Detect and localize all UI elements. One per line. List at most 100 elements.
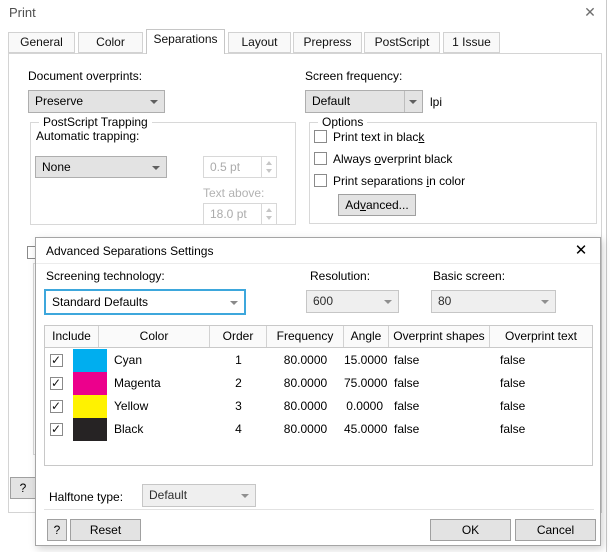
resolution-value: 600 — [313, 294, 333, 308]
ok-button[interactable]: OK — [430, 519, 511, 541]
spin-buttons — [261, 157, 276, 177]
dialog-close-icon[interactable]: ✕ — [569, 241, 593, 261]
table-row-yellow[interactable]: Yellow 3 80.0000 0.0000 false false — [45, 395, 592, 418]
always-overprint-black-label: Always overprint black — [333, 152, 452, 166]
dialog-title: Advanced Separations Settings — [46, 244, 213, 258]
overprint-shapes-cell: false — [394, 372, 419, 395]
overprint-text-cell: false — [500, 349, 525, 372]
overprint-text-cell: false — [500, 418, 525, 441]
overprint-text-cell: false — [500, 372, 525, 395]
column-header-include[interactable]: Include — [45, 326, 99, 347]
column-header-angle[interactable]: Angle — [344, 326, 389, 347]
divider — [44, 509, 594, 510]
screen-frequency-value: Default — [312, 94, 350, 108]
chevron-down-icon — [409, 100, 417, 104]
color-swatch — [73, 418, 107, 441]
screen-frequency-label: Screen frequency: — [305, 69, 402, 83]
advanced-separations-dialog: Advanced Separations Settings ✕ Screenin… — [35, 237, 601, 546]
resolution-select[interactable]: 600 — [306, 290, 399, 313]
screening-technology-value: Standard Defaults — [52, 295, 148, 309]
basic-screen-select[interactable]: 80 — [431, 290, 556, 313]
tab-layout[interactable]: Layout — [228, 32, 291, 53]
overprint-shapes-cell: false — [394, 349, 419, 372]
spin-buttons — [261, 204, 276, 224]
text-above-label: Text above: — [203, 186, 264, 200]
chevron-down-icon — [541, 300, 549, 304]
document-overprints-value: Preserve — [35, 94, 83, 108]
table-row-cyan[interactable]: Cyan 1 80.0000 15.0000 false false — [45, 349, 592, 372]
basic-screen-label: Basic screen: — [433, 269, 505, 283]
frequency-cell: 80.0000 — [267, 418, 344, 441]
print-text-in-black-checkbox[interactable] — [314, 130, 327, 143]
basic-screen-value: 80 — [438, 294, 451, 308]
column-header-color[interactable]: Color — [99, 326, 210, 347]
tab-1-issue[interactable]: 1 Issue — [443, 32, 500, 53]
resolution-label: Resolution: — [310, 269, 370, 283]
tab-general[interactable]: General — [8, 32, 75, 53]
always-overprint-black-checkbox[interactable] — [314, 152, 327, 165]
text-above-value: 18.0 pt — [210, 207, 247, 221]
order-cell: 3 — [210, 395, 267, 418]
color-name-cell: Magenta — [114, 372, 161, 395]
spin-down-icon — [266, 216, 272, 220]
window-border — [606, 0, 607, 552]
tab-postscript[interactable]: PostScript — [364, 32, 440, 53]
table-header: Include Color Order Frequency Angle Over… — [45, 326, 592, 348]
automatic-trapping-label: Automatic trapping: — [36, 129, 139, 143]
angle-cell: 0.0000 — [344, 395, 389, 418]
chevron-down-icon — [384, 300, 392, 304]
halftone-type-label: Halftone type: — [49, 490, 123, 504]
column-header-overprint-shapes[interactable]: Overprint shapes — [389, 326, 490, 347]
print-separations-in-color-label: Print separations in color — [333, 174, 465, 188]
options-title: Options — [318, 115, 367, 129]
screening-technology-select[interactable]: Standard Defaults — [45, 290, 245, 314]
column-header-order[interactable]: Order — [210, 326, 267, 347]
overprint-shapes-cell: false — [394, 395, 419, 418]
print-separations-in-color-checkbox[interactable] — [314, 174, 327, 187]
advanced-button[interactable]: Advanced... — [338, 194, 416, 216]
frequency-cell: 80.0000 — [267, 372, 344, 395]
chevron-down-icon — [230, 301, 238, 305]
angle-cell: 15.0000 — [344, 349, 389, 372]
main-help-button[interactable]: ? — [10, 477, 36, 499]
table-row-magenta[interactable]: Magenta 2 80.0000 75.0000 false false — [45, 372, 592, 395]
halftone-type-select[interactable]: Default — [142, 484, 256, 507]
window-title: Print — [9, 5, 36, 20]
color-name-cell: Yellow — [114, 395, 148, 418]
chevron-down-icon — [152, 166, 160, 170]
postscript-trapping-title: PostScript Trapping — [39, 115, 152, 129]
tab-color[interactable]: Color — [78, 32, 143, 53]
screen-frequency-select[interactable]: Default — [305, 90, 423, 113]
column-header-overprint-text[interactable]: Overprint text — [490, 326, 592, 347]
reset-button[interactable]: Reset — [70, 519, 141, 541]
lpi-unit-label: lpi — [430, 95, 442, 109]
order-cell: 4 — [210, 418, 267, 441]
order-cell: 1 — [210, 349, 267, 372]
document-overprints-select[interactable]: Preserve — [28, 90, 165, 113]
include-checkbox[interactable] — [50, 400, 63, 413]
cancel-button[interactable]: Cancel — [515, 519, 596, 541]
print-dialog: Print ✕ General Color Separations Layout… — [0, 0, 610, 552]
document-overprints-label: Document overprints: — [28, 69, 142, 83]
column-header-frequency[interactable]: Frequency — [267, 326, 344, 347]
trap-amount-value: 0.5 pt — [210, 160, 240, 174]
table-row-black[interactable]: Black 4 80.0000 45.0000 false false — [45, 418, 592, 441]
chevron-down-icon — [150, 100, 158, 104]
overprint-shapes-cell: false — [394, 418, 419, 441]
dialog-help-button[interactable]: ? — [47, 519, 67, 541]
print-text-in-black-label: Print text in black — [333, 130, 424, 144]
include-checkbox[interactable] — [50, 354, 63, 367]
include-checkbox[interactable] — [50, 377, 63, 390]
close-icon[interactable]: ✕ — [578, 2, 602, 22]
tab-separations[interactable]: Separations — [146, 29, 225, 54]
trap-amount-spinner: 0.5 pt — [203, 156, 277, 178]
overprint-text-cell: false — [500, 395, 525, 418]
color-name-cell: Black — [114, 418, 143, 441]
tab-prepress[interactable]: Prepress — [293, 32, 362, 53]
chevron-down-icon — [241, 494, 249, 498]
color-name-cell: Cyan — [114, 349, 142, 372]
include-checkbox[interactable] — [50, 423, 63, 436]
automatic-trapping-select[interactable]: None — [35, 156, 167, 178]
color-swatch — [73, 395, 107, 418]
divider — [36, 263, 600, 264]
